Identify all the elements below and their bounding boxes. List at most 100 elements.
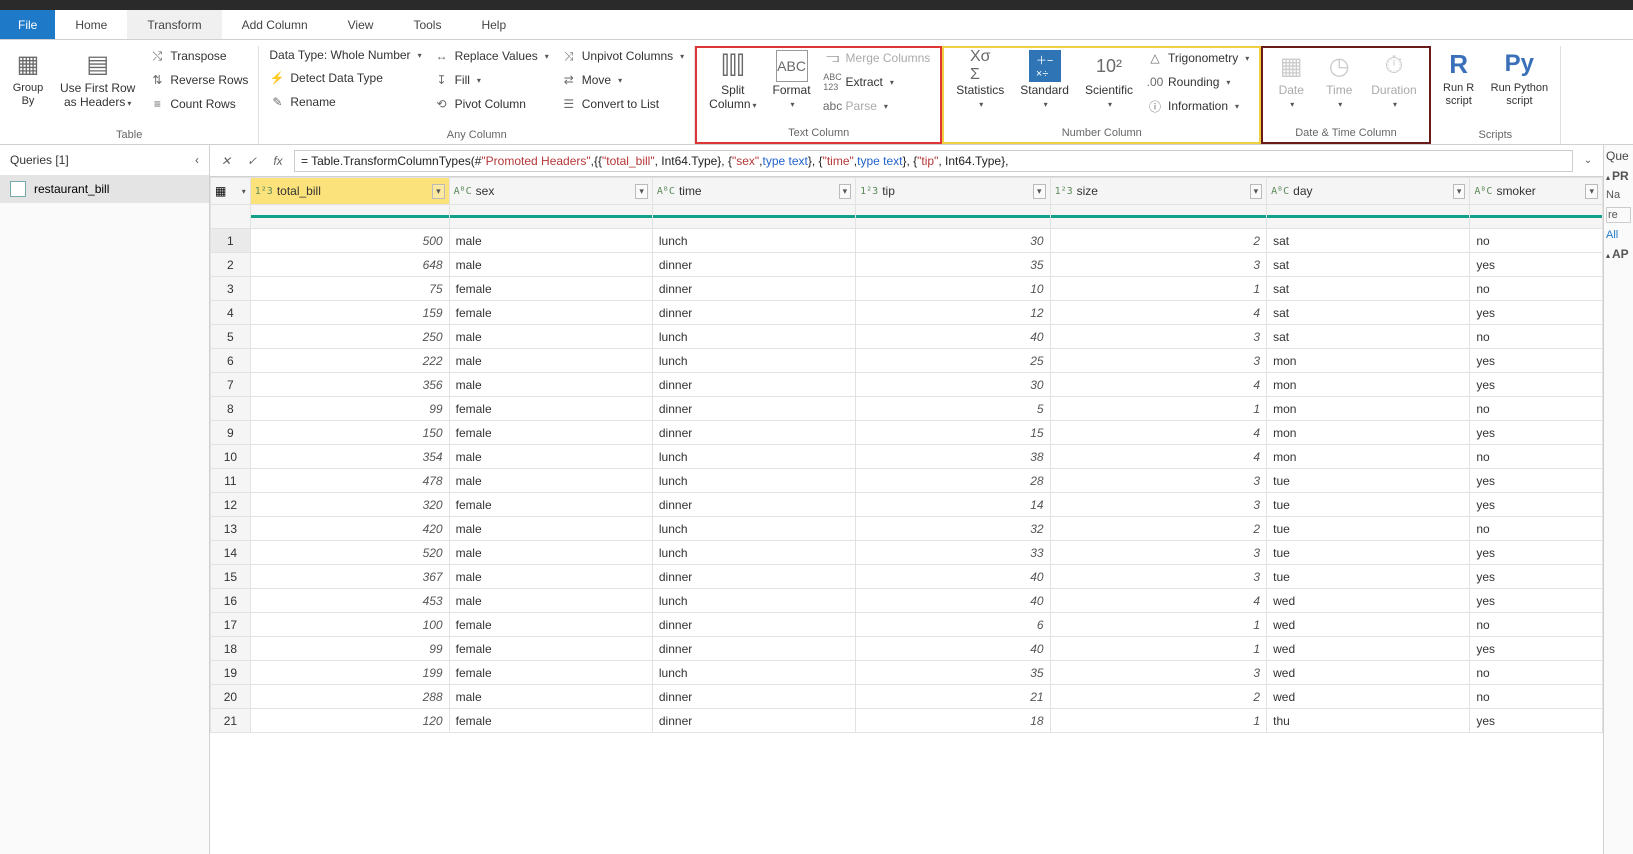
row-header[interactable]: 20 [211, 685, 251, 709]
cell[interactable]: male [449, 565, 652, 589]
row-header[interactable]: 5 [211, 325, 251, 349]
cell[interactable]: no [1470, 661, 1603, 685]
cell[interactable]: no [1470, 445, 1603, 469]
cell[interactable]: no [1470, 613, 1603, 637]
cell[interactable]: 25 [856, 349, 1050, 373]
cell[interactable]: sat [1267, 229, 1470, 253]
format-button[interactable]: ABC Format▾ [767, 48, 817, 113]
parse-button[interactable]: abcParse▾ [821, 96, 935, 116]
row-header[interactable]: 7 [211, 373, 251, 397]
cell[interactable]: 478 [250, 469, 449, 493]
row-header[interactable]: 16 [211, 589, 251, 613]
cell[interactable]: 159 [250, 301, 449, 325]
cell[interactable]: male [449, 349, 652, 373]
cell[interactable]: 38 [856, 445, 1050, 469]
cell[interactable]: 1 [1050, 397, 1267, 421]
cell[interactable]: yes [1470, 565, 1603, 589]
trigonometry-button[interactable]: △Trigonometry▾ [1143, 48, 1253, 68]
cell[interactable]: 420 [250, 517, 449, 541]
cell[interactable]: 28 [856, 469, 1050, 493]
cell[interactable]: 99 [250, 637, 449, 661]
cell[interactable]: yes [1470, 493, 1603, 517]
merge-columns-button[interactable]: ⫎Merge Columns [821, 48, 935, 68]
cell[interactable]: 120 [250, 709, 449, 733]
cell[interactable]: 500 [250, 229, 449, 253]
cell[interactable]: 18 [856, 709, 1050, 733]
table-row[interactable]: 11478malelunch283tueyes [211, 469, 1603, 493]
row-header[interactable]: 19 [211, 661, 251, 685]
cell[interactable]: lunch [652, 541, 855, 565]
cell[interactable]: 33 [856, 541, 1050, 565]
table-row[interactable]: 375femaledinner101satno [211, 277, 1603, 301]
cell[interactable]: 6 [856, 613, 1050, 637]
formula-input[interactable]: = Table.TransformColumnTypes(#"Promoted … [294, 150, 1573, 172]
cell[interactable]: female [449, 709, 652, 733]
cell[interactable]: yes [1470, 541, 1603, 565]
cell[interactable]: yes [1470, 637, 1603, 661]
replace-values-button[interactable]: ↔Replace Values▾ [430, 46, 553, 66]
cell[interactable]: 4 [1050, 589, 1267, 613]
row-header[interactable]: 9 [211, 421, 251, 445]
cell[interactable]: 35 [856, 253, 1050, 277]
cell[interactable]: 3 [1050, 325, 1267, 349]
cell[interactable]: tue [1267, 517, 1470, 541]
row-header[interactable]: 6 [211, 349, 251, 373]
cell[interactable]: 2 [1050, 517, 1267, 541]
cell[interactable]: tue [1267, 565, 1470, 589]
cell[interactable]: lunch [652, 661, 855, 685]
fill-button[interactable]: ↧Fill▾ [430, 70, 553, 90]
column-header-tip[interactable]: 1²3tip▾ [856, 178, 1050, 205]
cell[interactable]: female [449, 301, 652, 325]
column-header-total_bill[interactable]: 1²3total_bill▾ [250, 178, 449, 205]
group-by-button[interactable]: ▦ Group By [6, 46, 50, 110]
row-header[interactable]: 11 [211, 469, 251, 493]
move-button[interactable]: ⇄Move▾ [557, 70, 688, 90]
cell[interactable]: 21 [856, 685, 1050, 709]
cell[interactable]: tue [1267, 541, 1470, 565]
unpivot-columns-button[interactable]: ⤨Unpivot Columns▾ [557, 46, 688, 66]
table-row[interactable]: 1899femaledinner401wedyes [211, 637, 1603, 661]
column-header-size[interactable]: 1²3size▾ [1050, 178, 1267, 205]
cell[interactable]: sat [1267, 253, 1470, 277]
cell[interactable]: male [449, 325, 652, 349]
cell[interactable]: 1 [1050, 637, 1267, 661]
cell[interactable]: 10 [856, 277, 1050, 301]
cell[interactable]: yes [1470, 709, 1603, 733]
cell[interactable]: 4 [1050, 421, 1267, 445]
cell[interactable]: 35 [856, 661, 1050, 685]
cell[interactable]: 222 [250, 349, 449, 373]
cell[interactable]: no [1470, 397, 1603, 421]
cell[interactable]: lunch [652, 325, 855, 349]
table-row[interactable]: 6222malelunch253monyes [211, 349, 1603, 373]
cell[interactable]: 40 [856, 565, 1050, 589]
cell[interactable]: lunch [652, 517, 855, 541]
cell[interactable]: lunch [652, 445, 855, 469]
row-header[interactable]: 3 [211, 277, 251, 301]
cell[interactable]: dinner [652, 373, 855, 397]
cell[interactable]: dinner [652, 421, 855, 445]
cell[interactable]: 199 [250, 661, 449, 685]
cell[interactable]: yes [1470, 301, 1603, 325]
cell[interactable]: lunch [652, 229, 855, 253]
table-row[interactable]: 19199femalelunch353wedno [211, 661, 1603, 685]
accept-formula-icon[interactable]: ✓ [242, 154, 262, 168]
expand-formula-icon[interactable]: ⌄ [1579, 155, 1597, 166]
row-header[interactable]: 21 [211, 709, 251, 733]
cell[interactable]: no [1470, 517, 1603, 541]
cell[interactable]: 99 [250, 397, 449, 421]
collapse-queries-icon[interactable]: ‹ [195, 153, 199, 167]
cell[interactable]: female [449, 277, 652, 301]
cell[interactable]: sat [1267, 325, 1470, 349]
cell[interactable]: 40 [856, 325, 1050, 349]
cell[interactable]: no [1470, 229, 1603, 253]
cell[interactable]: wed [1267, 637, 1470, 661]
cell[interactable]: 2 [1050, 685, 1267, 709]
table-row[interactable]: 1500malelunch302satno [211, 229, 1603, 253]
cell[interactable]: lunch [652, 469, 855, 493]
tab-help[interactable]: Help [461, 10, 526, 39]
extract-button[interactable]: ABC123Extract▾ [821, 72, 935, 92]
cell[interactable]: 3 [1050, 349, 1267, 373]
cell[interactable]: mon [1267, 349, 1470, 373]
cell[interactable]: 1 [1050, 613, 1267, 637]
cell[interactable]: yes [1470, 589, 1603, 613]
